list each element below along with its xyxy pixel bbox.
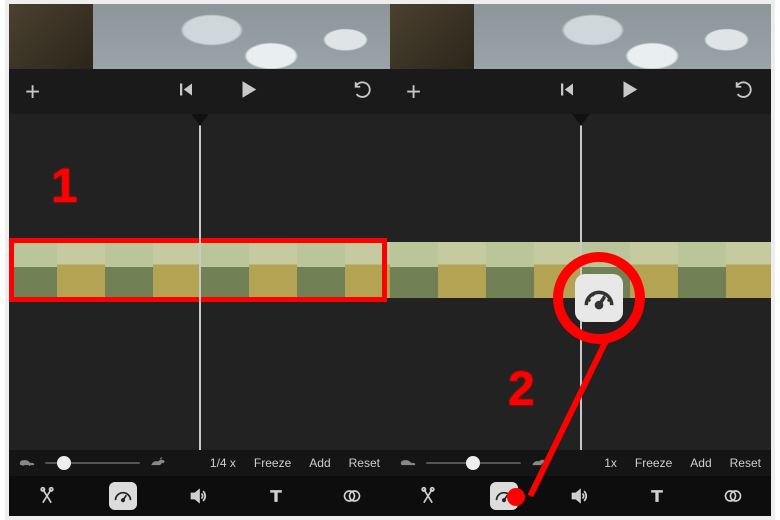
add-speed-button[interactable]: Add <box>309 456 330 470</box>
video-preview <box>390 4 771 69</box>
annotation-step-1: 1 <box>51 159 78 214</box>
tool-bar <box>390 476 771 516</box>
volume-tool[interactable] <box>185 482 213 510</box>
speed-slider[interactable] <box>426 455 521 471</box>
speed-slider-knob[interactable] <box>57 456 71 470</box>
tortoise-icon <box>19 454 35 473</box>
transport-bar: + <box>390 69 771 114</box>
reset-speed-button[interactable]: Reset <box>349 456 380 470</box>
speed-slider[interactable] <box>45 455 140 471</box>
playhead-marker-icon <box>572 114 590 126</box>
playhead[interactable] <box>199 114 201 450</box>
annotation-dot <box>507 488 525 506</box>
volume-tool[interactable] <box>566 482 594 510</box>
speed-slider-knob[interactable] <box>466 456 480 470</box>
speed-indicator-button[interactable] <box>575 274 623 322</box>
transport-bar: + <box>9 69 390 114</box>
filters-tool[interactable] <box>338 482 366 510</box>
undo-button[interactable] <box>352 78 374 105</box>
video-preview <box>9 4 390 69</box>
editor-left-panel: + 1 <box>9 4 390 516</box>
play-button[interactable] <box>237 78 259 105</box>
tortoise-icon <box>400 454 416 473</box>
undo-button[interactable] <box>733 78 755 105</box>
speed-tool[interactable] <box>109 482 137 510</box>
speed-control-bar: 1/4 x Freeze Add Reset <box>9 450 390 476</box>
freeze-button[interactable]: Freeze <box>635 456 672 470</box>
add-media-button[interactable]: + <box>25 76 40 107</box>
speed-value: 1/4 x <box>210 456 236 470</box>
add-speed-button[interactable]: Add <box>690 456 711 470</box>
titles-tool[interactable] <box>643 482 671 510</box>
play-button[interactable] <box>618 78 640 105</box>
skip-start-button[interactable] <box>558 80 576 103</box>
actions-tool[interactable] <box>414 482 442 510</box>
titles-tool[interactable] <box>262 482 290 510</box>
skip-start-button[interactable] <box>177 80 195 103</box>
freeze-button[interactable]: Freeze <box>254 456 291 470</box>
playhead-marker-icon <box>191 114 209 126</box>
speed-value: 1x <box>604 456 617 470</box>
reset-speed-button[interactable]: Reset <box>730 456 761 470</box>
filters-tool[interactable] <box>719 482 747 510</box>
add-media-button[interactable]: + <box>406 76 421 107</box>
tool-bar <box>9 476 390 516</box>
editor-right-panel: + 2 <box>390 4 771 516</box>
speed-control-bar: 1x Freeze Add Reset <box>390 450 771 476</box>
annotation-step-2: 2 <box>508 362 535 417</box>
actions-tool[interactable] <box>33 482 61 510</box>
hare-icon <box>150 454 166 473</box>
